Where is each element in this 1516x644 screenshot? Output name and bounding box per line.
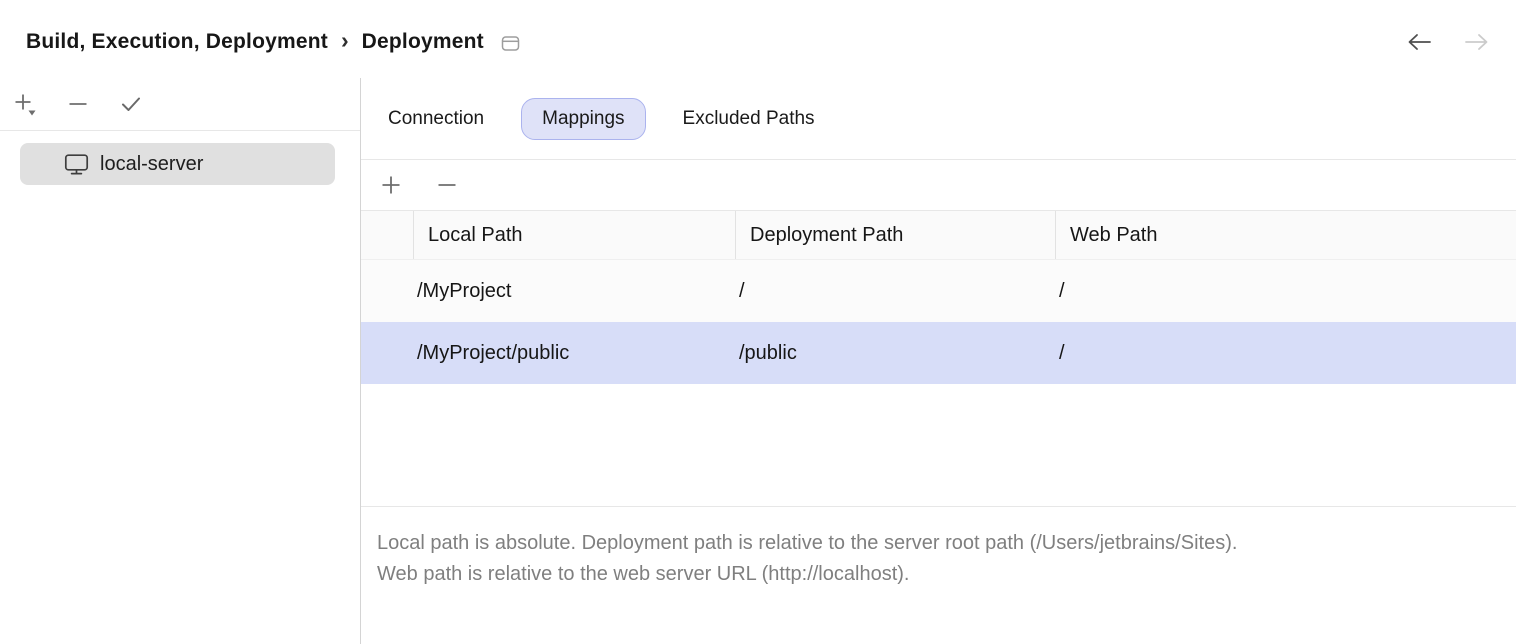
local-path-cell[interactable]: /MyProject/public [413,322,735,384]
settings-window: Build, Execution, Deployment › Deploymen… [0,0,1516,644]
breadcrumb-current: Deployment [362,30,484,54]
history-nav [1406,31,1490,53]
chevron-right-icon: › [341,29,349,52]
window-icon[interactable] [501,35,520,52]
row-gutter [361,322,413,384]
back-icon[interactable] [1406,31,1433,53]
tab-mappings[interactable]: Mappings [521,98,645,140]
add-mapping-icon[interactable] [378,172,404,198]
server-icon [64,153,89,176]
table-empty-space [361,384,1516,506]
mapping-row[interactable]: /MyProject / / [361,260,1516,322]
add-server-icon[interactable] [12,91,38,117]
help-line-2: Web path is relative to the web server U… [377,559,1490,590]
row-gutter [361,260,413,322]
server-list-toolbar [0,78,360,131]
mappings-table-header: Local Path Deployment Path Web Path [361,211,1516,260]
mapping-row-selected[interactable]: /MyProject/public /public / [361,322,1516,384]
remove-mapping-icon[interactable] [434,172,460,198]
gutter-column-header [361,211,413,259]
tab-bar: Connection Mappings Excluded Paths [361,78,1516,160]
web-path-cell[interactable]: / [1055,260,1516,322]
breadcrumb-parent[interactable]: Build, Execution, Deployment [26,30,328,54]
tab-connection[interactable]: Connection [367,98,505,140]
web-path-cell[interactable]: / [1055,322,1516,384]
settings-header: Build, Execution, Deployment › Deploymen… [0,0,1516,78]
tab-excluded-paths[interactable]: Excluded Paths [662,98,836,140]
column-header-web-path[interactable]: Web Path [1055,211,1516,259]
column-header-local-path[interactable]: Local Path [413,211,735,259]
forward-icon[interactable] [1463,31,1490,53]
server-name: local-server [100,153,203,176]
server-list: local-server [0,131,360,185]
deployment-main-panel: Connection Mappings Excluded Paths [361,78,1516,644]
remove-server-icon[interactable] [65,91,91,117]
breadcrumb: Build, Execution, Deployment › Deploymen… [26,30,520,54]
mappings-toolbar [361,160,1516,211]
server-list-item[interactable]: local-server [20,143,335,185]
help-text: Local path is absolute. Deployment path … [361,506,1516,644]
content-area: local-server Connection Mappings Exclude… [0,78,1516,644]
help-line-1: Local path is absolute. Deployment path … [377,528,1490,559]
local-path-cell[interactable]: /MyProject [413,260,735,322]
column-header-deployment-path[interactable]: Deployment Path [735,211,1055,259]
use-as-default-check-icon[interactable] [118,91,144,117]
deployment-path-cell[interactable]: / [735,260,1055,322]
deployment-path-cell[interactable]: /public [735,322,1055,384]
server-sidebar: local-server [0,78,361,644]
